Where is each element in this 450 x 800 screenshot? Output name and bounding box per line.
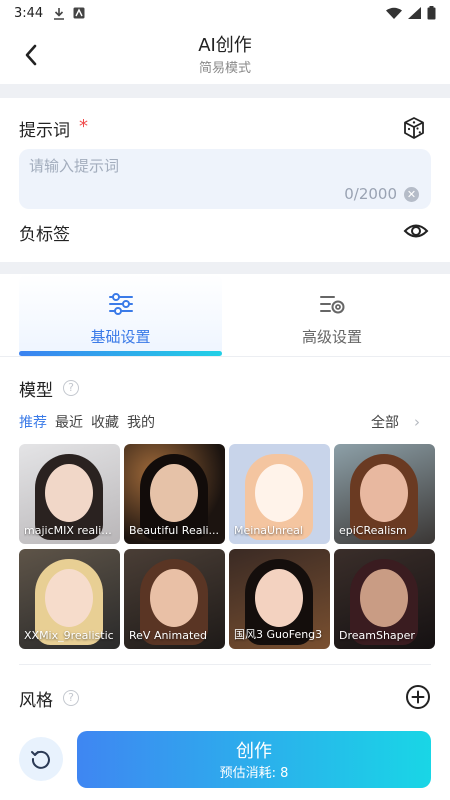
tab-basic-settings-label: 基础设置 [90, 328, 151, 346]
page-subtitle: 简易模式 [198, 61, 251, 76]
tab-advanced-settings[interactable]: 高级设置 [232, 274, 432, 356]
model-card-name: XXMix_9realistic [24, 629, 114, 642]
dice-icon [404, 117, 424, 139]
status-time: 3:44 [14, 5, 44, 21]
model-card[interactable]: XXMix_9realistic [19, 549, 120, 649]
model-filter-favorites[interactable]: 收藏 [91, 412, 119, 432]
reset-button[interactable] [19, 737, 63, 781]
model-card[interactable]: 国风3 GuoFeng3 [229, 549, 330, 649]
chevron-right-icon: › [414, 413, 420, 431]
model-card-name: Beautiful Reali... [129, 524, 220, 537]
model-thumbnail [45, 569, 93, 627]
style-section-title: 风格 [19, 691, 53, 711]
model-thumbnail [255, 569, 303, 627]
section-divider [0, 262, 450, 274]
divider [0, 356, 450, 357]
style-help-icon[interactable]: ? [63, 690, 79, 706]
plus-circle-icon [406, 685, 430, 709]
model-card-name: epiCRealism [339, 524, 407, 537]
random-prompt-button[interactable] [402, 116, 426, 140]
prompt-field: 0/2000 ✕ [19, 149, 431, 209]
model-card[interactable]: Beautiful Reali... [124, 444, 225, 544]
battery-icon [427, 6, 436, 20]
navigation-bar: AI创作 简易模式 [0, 26, 450, 84]
model-section-title: 模型 [19, 381, 53, 401]
model-thumbnail [360, 464, 408, 522]
toggle-negative-prompt-button[interactable] [403, 219, 429, 243]
model-thumbnail [45, 464, 93, 522]
model-card[interactable]: epiCRealism [334, 444, 435, 544]
sliders-icon [108, 293, 133, 315]
page-title: AI创作 [198, 35, 252, 56]
model-thumbnail [150, 569, 198, 627]
model-grid: majicMIX reali... Beautiful Reali... Mei… [19, 444, 450, 650]
model-card[interactable]: ReV Animated [124, 549, 225, 649]
status-bar: 3:44 [0, 0, 450, 26]
create-button[interactable]: 创作 预估消耗: 8 [77, 731, 431, 788]
refresh-icon [31, 750, 50, 769]
model-card[interactable]: DreamShaper [334, 549, 435, 649]
required-mark: * [79, 116, 88, 137]
create-button-label: 创作 [236, 741, 272, 762]
wifi-icon [386, 7, 402, 19]
model-filter-tabs: 推荐 最近 收藏 我的 [19, 412, 155, 432]
prompt-input[interactable] [29, 157, 419, 175]
model-card[interactable]: MeinaUnreal [229, 444, 330, 544]
model-thumbnail [150, 464, 198, 522]
model-filter-recent[interactable]: 最近 [55, 412, 83, 432]
model-card-name: DreamShaper [339, 629, 415, 642]
model-card-name: 国风3 GuoFeng3 [234, 628, 323, 641]
model-card[interactable]: majicMIX reali... [19, 444, 120, 544]
divider [19, 664, 431, 665]
model-filter-mine[interactable]: 我的 [127, 412, 155, 432]
prompt-label: 提示词 [19, 121, 70, 141]
eye-icon [403, 224, 429, 238]
section-divider [0, 84, 450, 98]
advanced-settings-icon [320, 296, 345, 314]
download-icon [54, 7, 65, 20]
clear-icon[interactable]: ✕ [404, 187, 419, 202]
model-help-icon[interactable]: ? [63, 380, 79, 396]
model-card-name: majicMIX reali... [24, 524, 112, 537]
model-thumbnail [360, 569, 408, 627]
app-notification-icon [73, 7, 85, 19]
tab-basic-settings[interactable]: 基础设置 [19, 274, 222, 356]
signal-icon [408, 7, 421, 19]
tab-advanced-settings-label: 高级设置 [301, 328, 362, 346]
model-filter-recommended[interactable]: 推荐 [19, 412, 47, 432]
negative-prompt-label[interactable]: 负标签 [19, 220, 70, 245]
add-style-button[interactable] [405, 684, 431, 710]
settings-tabs: 基础设置 高级设置 [0, 274, 450, 356]
model-card-name: MeinaUnreal [234, 524, 303, 537]
model-thumbnail [255, 464, 303, 522]
all-models-link[interactable]: 全部 [371, 412, 399, 432]
model-card-name: ReV Animated [129, 629, 208, 642]
estimated-cost: 预估消耗: 8 [219, 766, 289, 781]
character-counter: 0/2000 [344, 185, 397, 203]
